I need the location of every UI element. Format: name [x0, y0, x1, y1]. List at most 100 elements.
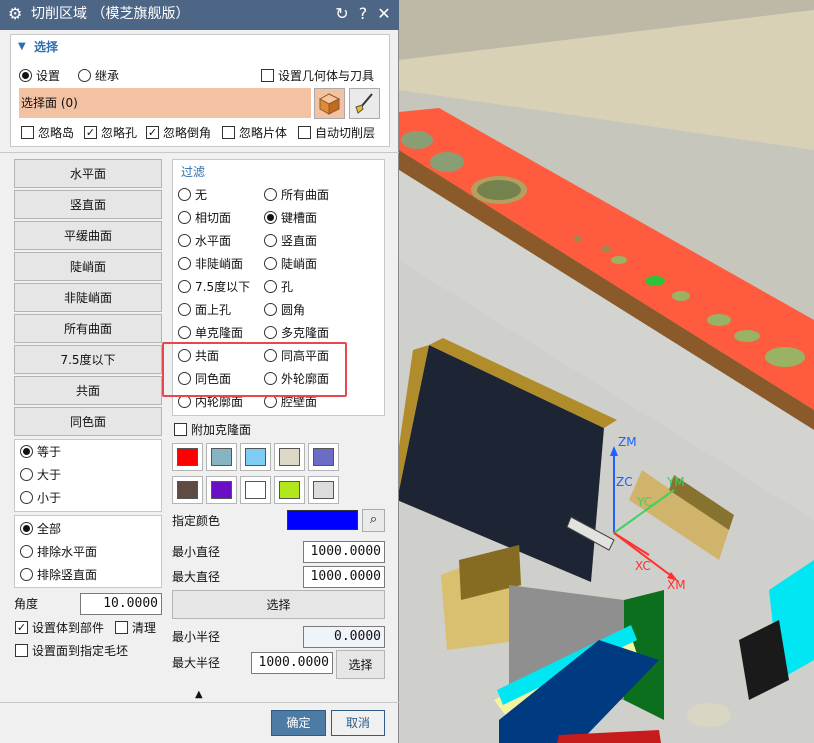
axis-zc-label: ZC — [616, 475, 633, 489]
radio-circle-icon — [78, 69, 91, 82]
axis-xc-label: XC — [635, 559, 651, 573]
compare-equal-radio[interactable]: 等于 — [20, 444, 61, 460]
cancel-button[interactable]: 取消 — [331, 710, 385, 736]
scope-all-radio[interactable]: 全部 — [20, 521, 61, 537]
set-geometry-tool-checkbox[interactable]: 设置几何体与刀具 — [261, 68, 374, 84]
checkbox-icon — [222, 126, 235, 139]
section-collapse-icon[interactable]: ▼ — [18, 39, 26, 55]
select-face-field[interactable]: 选择面 (0) — [19, 88, 311, 118]
radio-circle-icon — [20, 491, 33, 504]
select-face-cube-icon[interactable] — [314, 88, 345, 119]
color-swatch[interactable] — [274, 443, 305, 471]
axis-zm-label: ZM — [618, 435, 637, 449]
filter-face-hole-radio[interactable]: 面上孔 — [178, 302, 231, 318]
checkbox-icon — [115, 621, 128, 634]
max-radius-input[interactable]: 1000.0000 — [251, 652, 333, 674]
face-button-vertical[interactable]: 竖直面 — [14, 190, 162, 219]
ignore-island-checkbox[interactable]: 忽略岛 — [21, 125, 74, 141]
filter-tangent-radio[interactable]: 相切面 — [178, 210, 231, 226]
min-diameter-input[interactable]: 1000.0000 — [303, 541, 385, 563]
mode-radio-inherit[interactable]: 继承 — [78, 68, 119, 84]
filter-hole-radio[interactable]: 孔 — [264, 279, 293, 295]
face-button-coplanar[interactable]: 共面 — [14, 376, 162, 405]
filter-horizontal-radio[interactable]: 水平面 — [178, 233, 231, 249]
color-swatch[interactable] — [172, 476, 203, 504]
face-button-gentle[interactable]: 平缓曲面 — [14, 221, 162, 250]
set-to-part-checkbox[interactable]: 设置体到部件 — [15, 620, 104, 636]
radio-circle-icon — [20, 568, 33, 581]
max-diameter-label: 最大直径 — [172, 570, 221, 584]
color-swatch[interactable] — [172, 443, 203, 471]
section-title: 选择 — [34, 40, 59, 54]
ignore-chamfer-checkbox[interactable]: 忽略倒角 — [146, 125, 211, 141]
add-clone-checkbox[interactable]: 附加克隆面 — [174, 422, 251, 438]
checkbox-icon — [21, 126, 34, 139]
filter-all-surfaces-radio[interactable]: 所有曲面 — [264, 187, 329, 203]
color-swatch-fill — [177, 481, 198, 499]
color-swatch-fill — [245, 481, 266, 499]
filter-multi-clone-radio[interactable]: 多克隆面 — [264, 325, 329, 341]
angle-input[interactable]: 10.0000 — [80, 593, 162, 615]
title-bar[interactable]: ⚙ 切削区域 （模芝旗舰版） ↻ ? ✕ — [0, 0, 399, 30]
radio-circle-icon — [264, 188, 277, 201]
filter-keyway-radio[interactable]: 键槽面 — [264, 210, 317, 226]
color-swatch[interactable] — [274, 476, 305, 504]
color-swatch[interactable] — [308, 443, 339, 471]
checkbox-icon — [174, 423, 187, 436]
reset-icon[interactable]: ↻ — [333, 5, 351, 23]
ok-button[interactable]: 确定 — [271, 710, 326, 736]
color-swatch[interactable] — [240, 443, 271, 471]
face-button-steep[interactable]: 陡峭面 — [14, 252, 162, 281]
color-swatch[interactable] — [240, 476, 271, 504]
select-radius-button[interactable]: 选择 — [336, 650, 385, 679]
help-icon[interactable]: ? — [354, 5, 372, 23]
color-swatch[interactable] — [308, 476, 339, 504]
compare-less-radio[interactable]: 小于 — [20, 490, 61, 506]
auto-cut-level-checkbox[interactable]: 自动切削层 — [298, 125, 375, 141]
color-swatch[interactable] — [206, 443, 237, 471]
scope-exclude-vertical-radio[interactable]: 排除竖直面 — [20, 567, 97, 583]
brush-select-icon[interactable] — [349, 88, 380, 119]
face-button-under-7-5[interactable]: 7.5度以下 — [14, 345, 162, 374]
color-swatch[interactable] — [206, 476, 237, 504]
filter-non-steep-radio[interactable]: 非陡峭面 — [178, 256, 243, 272]
compare-greater-radio[interactable]: 大于 — [20, 467, 61, 483]
ignore-sheet-checkbox[interactable]: 忽略片体 — [222, 125, 287, 141]
cut-area-dialog: ⚙ 切削区域 （模芝旗舰版） ↻ ? ✕ ▼ 选择 设置 继承 设置几何体与刀具… — [0, 0, 399, 743]
face-button-all[interactable]: 所有曲面 — [14, 314, 162, 343]
face-button-non-steep[interactable]: 非陡峭面 — [14, 283, 162, 312]
specified-color-label: 指定颜色 — [172, 514, 221, 528]
graphics-viewport[interactable]: ZM ZC YC YM XC XM — [399, 0, 814, 743]
face-button-same-color[interactable]: 同色面 — [14, 407, 162, 436]
radio-circle-icon — [20, 468, 33, 481]
dialog-title: 切削区域 （模芝旗舰版） — [31, 6, 190, 22]
min-radius-input[interactable]: 0.0000 — [303, 626, 385, 648]
axis-xm-label: XM — [667, 578, 686, 592]
binoculars-icon[interactable]: ⌕ — [362, 509, 385, 532]
checkbox-icon — [261, 69, 274, 82]
filter-under-7-5-radio[interactable]: 7.5度以下 — [178, 279, 250, 295]
radio-circle-icon — [20, 522, 33, 535]
radio-circle-icon — [264, 326, 277, 339]
color-swatch-fill — [177, 448, 198, 466]
select-diameter-button[interactable]: 选择 — [172, 590, 385, 619]
filter-steep-radio[interactable]: 陡峭面 — [264, 256, 317, 272]
filter-none-radio[interactable]: 无 — [178, 187, 207, 203]
radio-circle-icon — [178, 257, 191, 270]
filter-single-clone-radio[interactable]: 单克隆面 — [178, 325, 243, 341]
color-swatch-fill — [211, 481, 232, 499]
filter-vertical-radio[interactable]: 竖直面 — [264, 233, 317, 249]
clear-checkbox[interactable]: 清理 — [115, 620, 156, 636]
filter-fillet-radio[interactable]: 圆角 — [264, 302, 305, 318]
radio-circle-icon — [20, 545, 33, 558]
collapse-arrow-icon[interactable]: ▲ — [195, 687, 203, 703]
ignore-hole-checkbox[interactable]: 忽略孔 — [84, 125, 137, 141]
face-button-horizontal[interactable]: 水平面 — [14, 159, 162, 188]
set-to-blank-checkbox[interactable]: 设置面到指定毛坯 — [15, 643, 128, 659]
specified-color-swatch[interactable] — [287, 510, 358, 530]
close-icon[interactable]: ✕ — [375, 5, 393, 23]
gear-icon[interactable]: ⚙ — [8, 6, 22, 22]
scope-exclude-horizontal-radio[interactable]: 排除水平面 — [20, 544, 97, 560]
mode-radio-set[interactable]: 设置 — [19, 68, 60, 84]
max-diameter-input[interactable]: 1000.0000 — [303, 566, 385, 588]
